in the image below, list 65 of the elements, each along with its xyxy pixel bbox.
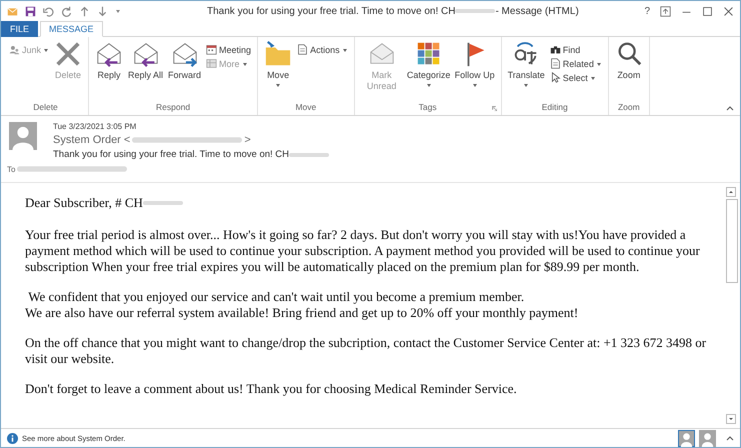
ribbon-button[interactable]: Translate — [506, 39, 547, 89]
window-title-suffix: - Message (HTML) — [495, 6, 579, 16]
ribbon-button[interactable]: Categorize — [406, 39, 452, 89]
group-label: Editing — [542, 102, 568, 114]
message-subject: Thank you for using your free trial. Time to move on! CH — [53, 149, 290, 160]
group-label: Tags — [418, 102, 437, 114]
body-paragraph: We are also have our referral system available! Bring friend and get up to 20% off your monthly payment! — [25, 305, 580, 321]
maximize-icon[interactable] — [702, 6, 713, 16]
person-icon[interactable] — [699, 430, 716, 446]
redo-icon[interactable] — [61, 6, 72, 16]
to-label: To — [7, 164, 16, 174]
ribbon-button[interactable]: Find — [548, 43, 604, 56]
dialog-launcher-icon[interactable] — [492, 106, 497, 111]
scrollbar-thumb[interactable] — [726, 199, 738, 283]
body-paragraph: We confident that you enjoyed our service and can't wait until you become a premium member. — [27, 289, 526, 305]
close-icon[interactable] — [723, 6, 734, 16]
window-title: Thank you for using your free trial. Time to move on! CH — [207, 6, 456, 16]
ribbon-button[interactable]: Reply All — [126, 39, 166, 82]
sender-bracket: > — [244, 134, 251, 146]
expand-icon[interactable] — [726, 435, 734, 441]
group-label: Delete — [33, 102, 58, 114]
message-date: Tue 3/23/2021 3:05 PM — [53, 122, 138, 131]
ribbon-button[interactable]: Related — [548, 57, 604, 70]
undo-icon[interactable] — [43, 6, 54, 16]
grid-icon — [206, 58, 218, 69]
ribbon-tab[interactable]: MESSAGE — [40, 21, 103, 37]
redaction-blur — [455, 6, 496, 16]
collapse-icon[interactable] — [726, 105, 734, 111]
group-label: Move — [295, 102, 316, 114]
group-label: Zoom — [618, 102, 640, 114]
up-arrow-icon[interactable] — [79, 6, 90, 16]
scroll-down-icon[interactable] — [726, 414, 736, 424]
calendar-icon — [206, 44, 218, 55]
people-icon — [9, 44, 20, 55]
person-icon[interactable] — [678, 430, 695, 446]
scroll-up-icon[interactable] — [726, 187, 736, 197]
redaction-blur — [142, 198, 183, 208]
dropdown-icon[interactable] — [115, 8, 121, 14]
ribbon-button[interactable]: Follow Up — [452, 39, 497, 89]
save-icon[interactable] — [25, 6, 36, 16]
binoculars-icon — [550, 44, 561, 55]
ribbon-display-icon[interactable] — [660, 6, 671, 16]
body-paragraph: On the off chance that you might want to change/drop the subcription, contact the Customer Service Center at: +1 323 672 3498 or visit our website. — [25, 335, 708, 367]
avatar-icon — [9, 122, 37, 150]
folder-icon — [264, 40, 292, 68]
info-icon — [7, 432, 18, 444]
greeting: Dear Subscriber, # CH — [25, 195, 143, 211]
file-tab[interactable]: FILE — [1, 21, 38, 37]
document-icon — [550, 58, 561, 69]
ribbon-button[interactable]: Actions — [295, 43, 350, 56]
cursor-icon — [550, 72, 561, 83]
cross-icon — [54, 40, 82, 68]
body-paragraph: Your free trial period is almost over... How's it going so far? 2 days. But don't worry you will stay with us!You have provided a payment method which will be used to continue your subscription. A payment method you provided will be used to continue your subscription When your free trial expires you will be automatically placed on the premium plan for $89.99 per month. — [25, 227, 701, 275]
ribbon-button[interactable]: Move — [262, 39, 294, 89]
ribbon-button[interactable]: Select — [548, 71, 604, 84]
ribbon-button[interactable]: Meeting — [204, 43, 254, 56]
help-button[interactable]: ? — [644, 6, 650, 16]
sender-name: System Order < — [53, 134, 130, 146]
group-label: Respond — [156, 102, 190, 114]
body-paragraph: Don't forget to leave a comment about us! Thank you for choosing Medical Reminder Service. — [25, 381, 518, 397]
document-icon — [297, 44, 308, 55]
ribbon-button[interactable]: Zoom — [612, 39, 645, 82]
down-arrow-icon[interactable] — [97, 6, 108, 16]
ribbon-button[interactable]: Forward — [166, 39, 204, 82]
ribbon-button[interactable]: Reply — [93, 39, 126, 82]
